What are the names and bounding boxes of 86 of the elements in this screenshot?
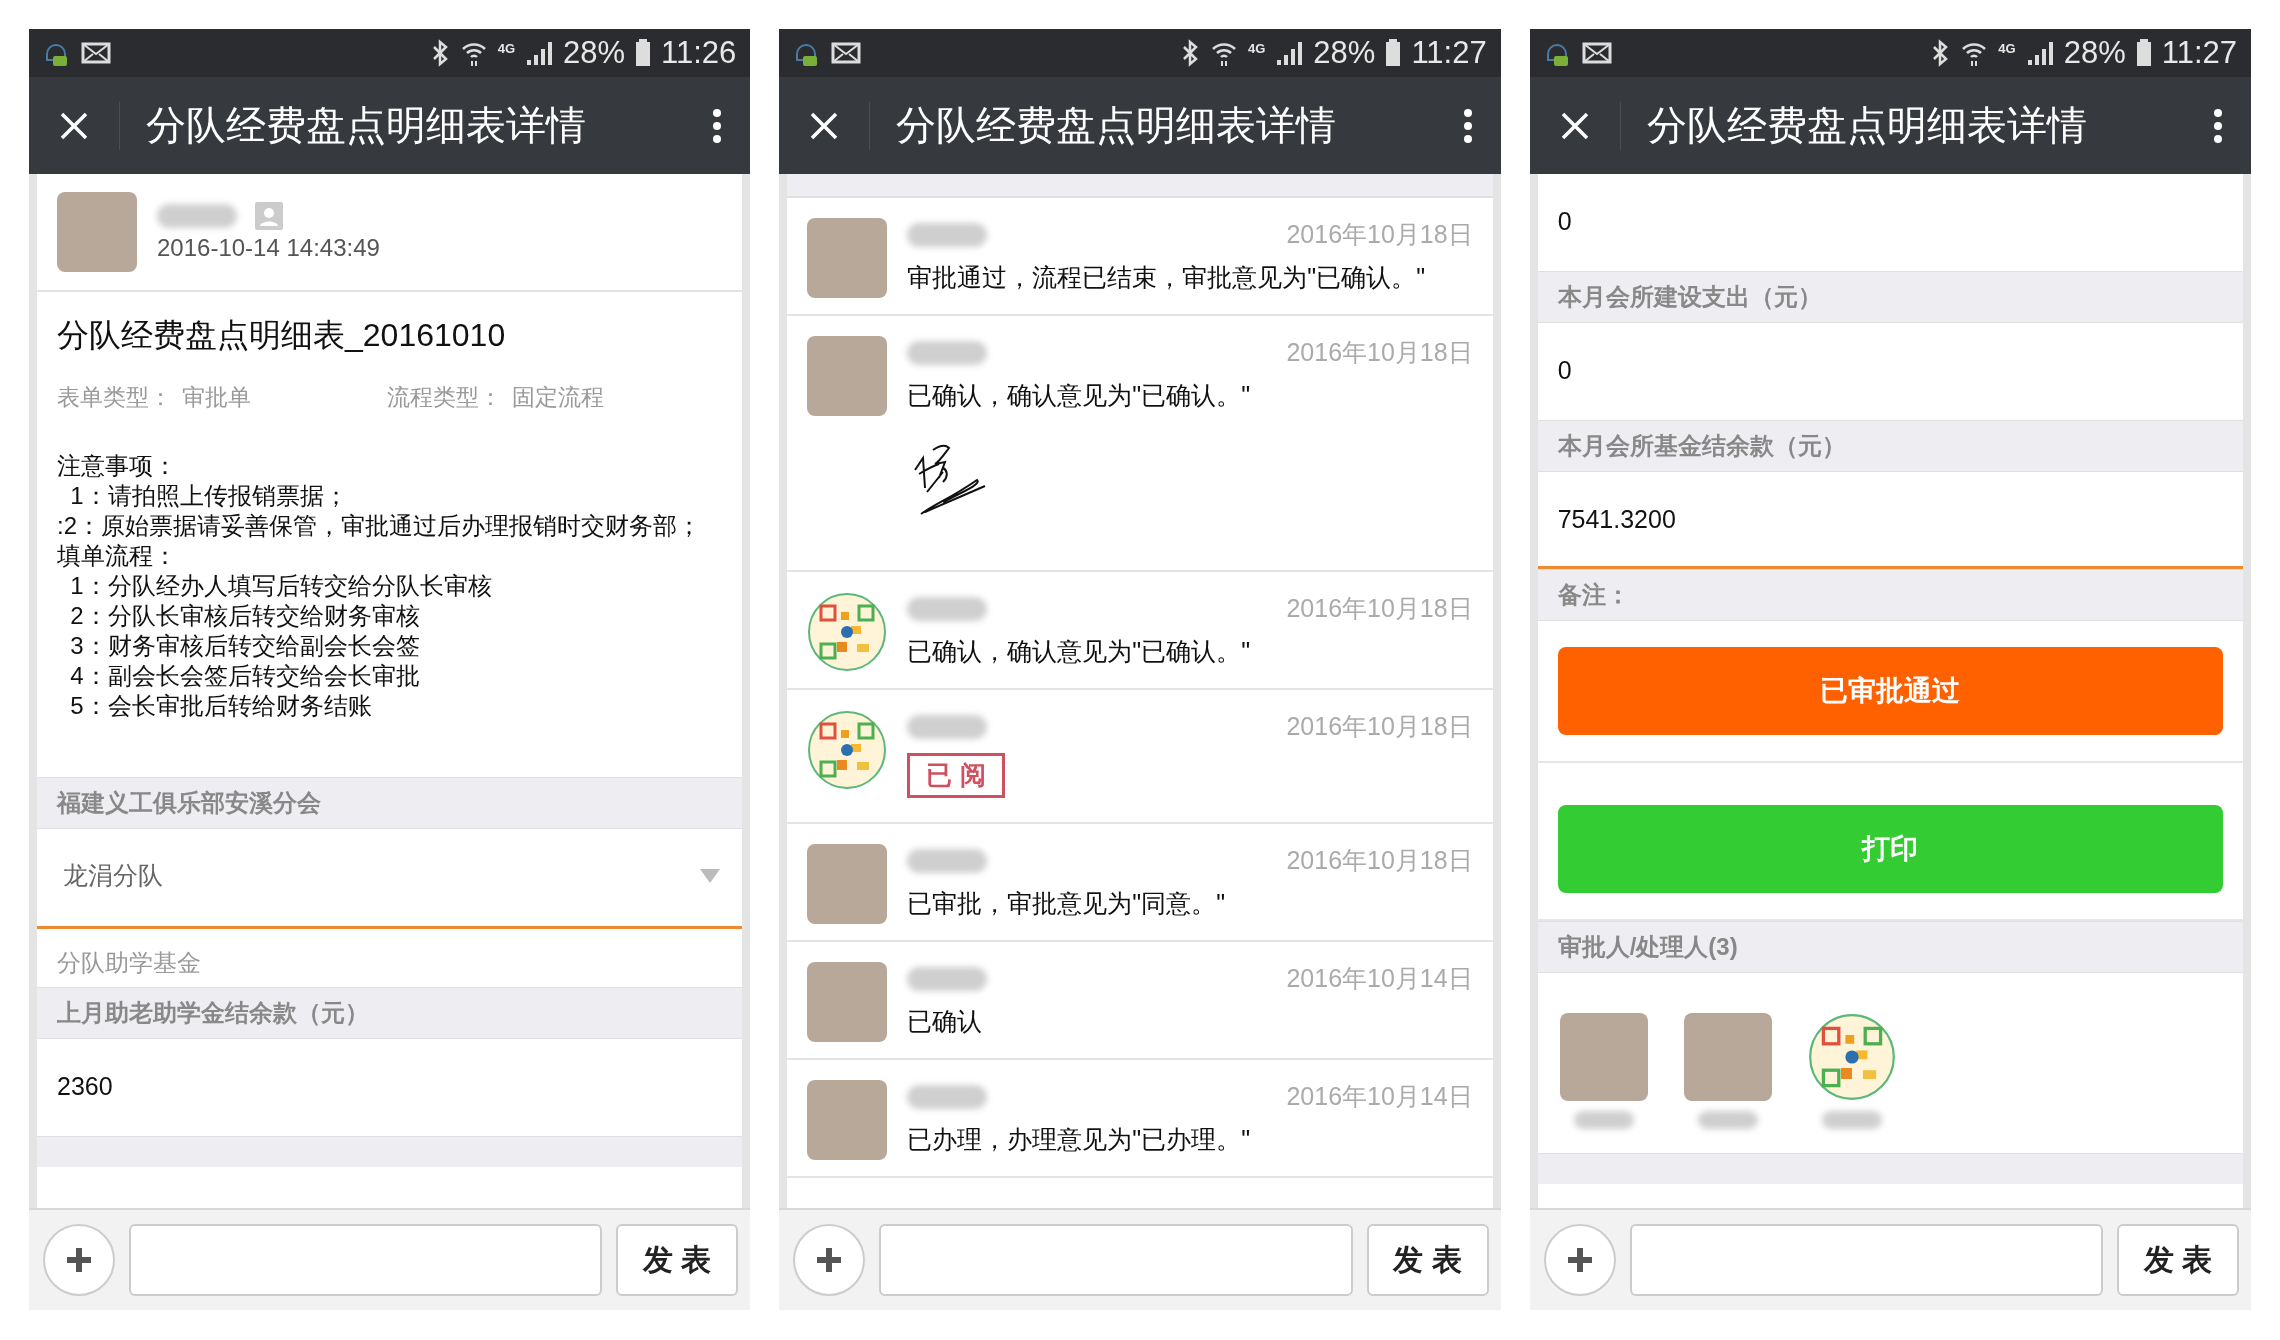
note-line: 注意事项： xyxy=(57,451,178,481)
comment-text: 已办理，办理意见为"已办理。" xyxy=(907,1124,1252,1155)
comment-date: 2016年10月18日 xyxy=(1286,337,1473,368)
section-label: 本月会所建设支出（元） xyxy=(1537,271,2243,323)
post-time: 2016-10-14 14:43:49 xyxy=(157,234,380,262)
comment-date: 2016年10月14日 xyxy=(1286,1081,1473,1112)
dropdown-value: 龙涓分队 xyxy=(63,860,163,891)
more-icon xyxy=(1462,107,1473,144)
qr-logo-icon xyxy=(807,710,888,790)
section-label: 福建义工俱乐部安溪分会 xyxy=(37,777,743,829)
field-label: 分队助学基金 xyxy=(56,948,202,978)
field-value: 0 xyxy=(1556,206,1573,237)
qr-logo-icon xyxy=(1807,1013,1896,1101)
section-label: 上月助老助学金结余款（元） xyxy=(37,987,743,1039)
network-type-label: 4G xyxy=(1248,41,1266,56)
qr-logo-icon xyxy=(807,592,888,672)
comment-text: 已确认，确认意见为"已确认。" xyxy=(907,380,1252,411)
mail-icon xyxy=(1581,41,1612,65)
blurred-name xyxy=(1821,1111,1882,1129)
form-title: 分队经费盘点明细表_20161010 xyxy=(56,316,507,355)
network-type-label: 4G xyxy=(497,41,515,56)
battery-percent: 28% xyxy=(563,35,626,71)
send-button[interactable]: 发 表 xyxy=(2117,1224,2239,1296)
comment-input[interactable] xyxy=(879,1224,1353,1296)
note-line: 2：分队长审核后转交给财务审核 xyxy=(69,601,421,631)
note-line: 5：会长审批后转给财务结账 xyxy=(69,691,373,721)
meta-label: 流程类型： xyxy=(387,383,502,412)
note-line: 1：分队经办人填写后转交给分队长审核 xyxy=(69,571,493,601)
comment-input[interactable] xyxy=(129,1224,603,1296)
page-title: 分队经费盘点明细表详情 xyxy=(895,102,1338,149)
clock-time: 11:27 xyxy=(1411,35,1487,71)
comment-text: 已审批，审批意见为"同意。" xyxy=(907,888,1227,919)
meta-label: 表单类型： xyxy=(57,383,172,412)
clock-time: 11:27 xyxy=(2161,35,2237,71)
comment-date: 2016年10月18日 xyxy=(1286,593,1473,624)
note-line: 填单流程： xyxy=(57,541,178,571)
signal-icon xyxy=(525,40,553,66)
battery-percent: 28% xyxy=(2063,35,2126,71)
clock-time: 11:26 xyxy=(661,35,737,71)
send-button[interactable]: 发 表 xyxy=(616,1224,739,1296)
more-icon xyxy=(2213,107,2223,144)
field-value: 0 xyxy=(1556,355,1573,386)
note-line: :2：原始票据请妥善保管，审批通过后办理报销时交财务部； xyxy=(57,511,702,541)
close-icon xyxy=(59,110,89,141)
blurred-name xyxy=(1697,1111,1758,1129)
battery-icon xyxy=(1385,39,1402,67)
team-dropdown[interactable]: 龙涓分队 xyxy=(37,829,743,929)
close-icon xyxy=(809,110,840,141)
send-button[interactable]: 发 表 xyxy=(1366,1224,1489,1296)
bluetooth-icon xyxy=(1180,39,1200,67)
battery-icon xyxy=(2135,39,2152,67)
comment-input[interactable] xyxy=(1629,1224,2103,1296)
comment-date: 2016年10月18日 xyxy=(1286,845,1473,876)
meta-value: 固定流程 xyxy=(512,383,604,412)
section-label: 审批人/处理人(3) xyxy=(1537,921,2243,973)
note-line: 4：副会长会签后转交给会长审批 xyxy=(69,661,421,691)
mail-icon xyxy=(81,41,111,65)
read-stamp: 已 阅 xyxy=(907,753,1005,798)
comment-text: 已确认 xyxy=(907,1006,984,1037)
mail-icon xyxy=(831,41,862,65)
comment-text: 已确认，确认意见为"已确认。" xyxy=(907,636,1252,667)
meta-value: 审批单 xyxy=(182,383,251,412)
note-line: 3：财务审核后转交给副会长会签 xyxy=(69,631,421,661)
battery-percent: 28% xyxy=(1313,35,1376,71)
plus-icon xyxy=(1565,1246,1594,1274)
blurred-name xyxy=(1573,1111,1634,1129)
plus-icon xyxy=(65,1246,93,1274)
signal-icon xyxy=(1275,40,1304,66)
note-line: 1：请拍照上传报销票据； xyxy=(69,481,349,511)
contact-icon xyxy=(255,202,283,230)
plus-icon xyxy=(815,1246,844,1274)
more-icon xyxy=(712,107,723,144)
comment-date: 2016年10月18日 xyxy=(1286,711,1473,742)
page-title: 分队经费盘点明细表详情 xyxy=(1645,102,2088,149)
section-label: 备注： xyxy=(1537,569,2243,621)
section-label: 本月会所基金结余款（元） xyxy=(1537,420,2243,472)
comment-text: 审批通过，流程已结束，审批意见为"已确认。" xyxy=(907,262,1427,293)
field-value: 2360 xyxy=(56,1071,114,1102)
battery-icon xyxy=(635,39,652,67)
dropdown-caret-icon xyxy=(700,868,721,883)
network-type-label: 4G xyxy=(1998,41,2016,56)
comment-date: 2016年10月18日 xyxy=(1286,219,1473,250)
comment-date: 2016年10月14日 xyxy=(1286,963,1473,994)
page-title: 分队经费盘点明细表详情 xyxy=(145,102,587,149)
signal-icon xyxy=(2025,40,2054,66)
close-icon xyxy=(1559,110,1590,141)
